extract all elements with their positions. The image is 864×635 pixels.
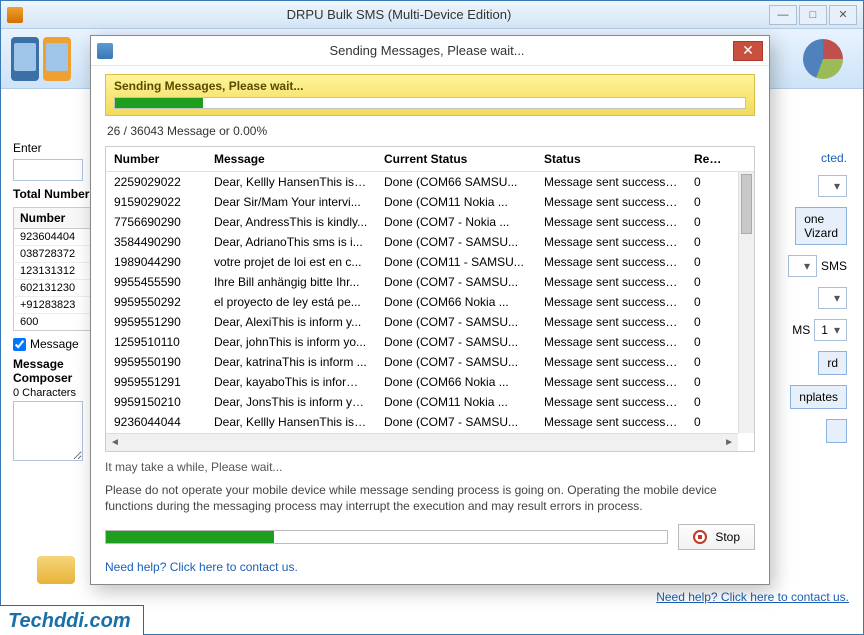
dialog-help-link[interactable]: Need help? Click here to contact us. (105, 560, 755, 574)
ms-count-select[interactable]: 1 (814, 319, 847, 341)
dialog-title: Sending Messages, Please wait... (121, 43, 733, 58)
bg-number-cell[interactable]: 600 (13, 314, 93, 331)
table-row[interactable]: 9959150210Dear, JonsThis is inform yo...… (106, 392, 754, 412)
templates-button-fragment[interactable]: nplates (790, 385, 847, 409)
dialog-titlebar: Sending Messages, Please wait... ✕ (91, 36, 769, 66)
col-number[interactable]: Number (106, 147, 206, 171)
enter-label: Enter (13, 141, 93, 155)
bg-number-cell[interactable]: 602131230 (13, 280, 93, 297)
total-number-label: Total Number (13, 187, 93, 201)
bg-number-cell[interactable]: +91283823 (13, 297, 93, 314)
bg-number-cell[interactable]: 123131312 (13, 263, 93, 280)
left-panel: Enter Total Number Number 92360440403872… (13, 141, 93, 464)
table-header: Number Message Current Status Status Ret… (106, 147, 754, 172)
dialog-body: Sending Messages, Please wait... 26 / 36… (91, 66, 769, 584)
table-row[interactable]: 9959551291Dear, kayaboThis is inform ...… (106, 372, 754, 392)
phone-icon-2 (43, 37, 71, 81)
stop-icon (693, 530, 707, 544)
wait-text: It may take a while, Please wait... (105, 460, 755, 474)
main-window-title: DRPU Bulk SMS (Multi-Device Edition) (31, 7, 767, 22)
col-retry[interactable]: Retry (686, 147, 732, 171)
bg-number-cell[interactable]: 923604404 (13, 229, 93, 246)
table-row[interactable]: 9959551290Dear, AlexiThis is inform y...… (106, 312, 754, 332)
dropdown-fragment-2[interactable] (788, 255, 817, 277)
table-row[interactable]: 3584490290Dear, AdrianoThis sms is i...D… (106, 232, 754, 252)
status-banner: Sending Messages, Please wait... (105, 74, 755, 116)
number-column-header: Number (13, 207, 93, 229)
table-row[interactable]: 1259510110Dear, johnThis is inform yo...… (106, 332, 754, 352)
sending-messages-dialog: Sending Messages, Please wait... ✕ Sendi… (90, 35, 770, 585)
table-row[interactable]: 7756690290Dear, AndressThis is kindly...… (106, 212, 754, 232)
table-row[interactable]: 9955455590Ihre Bill anhängig bitte Ihr..… (106, 272, 754, 292)
table-body: 2259029022Dear, Kellly HansenThis is i..… (106, 172, 754, 451)
dialog-close-button[interactable]: ✕ (733, 41, 763, 61)
col-status[interactable]: Status (536, 147, 686, 171)
dropdown-fragment-3[interactable] (818, 287, 847, 309)
background-number-list: 923604404038728372123131312602131230+912… (13, 229, 93, 331)
help-avatar-icon[interactable] (37, 556, 75, 584)
bottom-row: Stop (105, 524, 755, 550)
ms-fragment: MS (792, 323, 810, 337)
bottom-progress-bar (105, 530, 668, 544)
message-table: Number Message Current Status Status Ret… (105, 146, 755, 452)
table-row[interactable]: 2259029022Dear, Kellly HansenThis is i..… (106, 172, 754, 192)
phone-wizard-button-fragment[interactable]: oneVizard (795, 207, 847, 245)
table-row[interactable]: 9236044044Dear, Kellly HansenThis is i..… (106, 412, 754, 432)
col-message[interactable]: Message (206, 147, 376, 171)
table-row[interactable]: 9159029022Dear Sir/Mam Your intervi...Do… (106, 192, 754, 212)
banner-title: Sending Messages, Please wait... (114, 79, 746, 93)
rd-button-fragment[interactable]: rd (818, 351, 847, 375)
table-row[interactable]: 1989044290votre projet de loi est en c..… (106, 252, 754, 272)
main-titlebar: DRPU Bulk SMS (Multi-Device Edition) — □… (1, 1, 863, 29)
sms-fragment: SMS (821, 259, 847, 273)
dropdown-fragment-1[interactable] (818, 175, 847, 197)
maximize-button[interactable]: □ (799, 5, 827, 25)
vertical-scrollbar[interactable] (738, 172, 754, 433)
banner-progress-bar (114, 97, 746, 109)
bottom-progress-fill (106, 531, 274, 543)
stop-button-label: Stop (715, 530, 740, 544)
col-current-status[interactable]: Current Status (376, 147, 536, 171)
characters-count-label: 0 Characters (13, 387, 93, 399)
message-composer-input[interactable] (13, 401, 83, 461)
app-icon (7, 7, 23, 23)
close-button-main[interactable]: ✕ (829, 5, 857, 25)
right-panel-fragments: cted. oneVizard SMS MS 1 rd nplates (788, 151, 847, 443)
minimize-button[interactable]: — (769, 5, 797, 25)
watermark: Techddi.com (0, 605, 144, 635)
scroll-right-arrow[interactable]: ► (724, 437, 734, 448)
enter-input[interactable] (13, 159, 83, 181)
phone-icon (11, 37, 39, 81)
message-composer-label: Message Composer (13, 357, 93, 385)
table-row[interactable]: 9959550190Dear, katrinaThis is inform ..… (106, 352, 754, 372)
scrollbar-thumb[interactable] (741, 174, 752, 234)
extra-button-fragment[interactable] (826, 419, 847, 443)
stop-button[interactable]: Stop (678, 524, 755, 550)
connected-fragment: cted. (821, 151, 847, 165)
scroll-left-arrow[interactable]: ◄ (110, 437, 120, 448)
dialog-app-icon (97, 43, 113, 59)
message-checkbox[interactable] (13, 338, 26, 351)
pie-chart-icon (803, 39, 843, 79)
table-row[interactable]: 9959550292el proyecto de ley está pe...D… (106, 292, 754, 312)
banner-progress-fill (115, 98, 203, 108)
bg-number-cell[interactable]: 038728372 (13, 246, 93, 263)
footer-help-link[interactable]: Need help? Click here to contact us. (656, 590, 849, 604)
progress-text: 26 / 36043 Message or 0.00% (107, 124, 753, 138)
warning-text: Please do not operate your mobile device… (105, 482, 755, 514)
horizontal-scrollbar[interactable]: ◄► (106, 433, 738, 451)
message-checkbox-label: Message (30, 337, 79, 351)
